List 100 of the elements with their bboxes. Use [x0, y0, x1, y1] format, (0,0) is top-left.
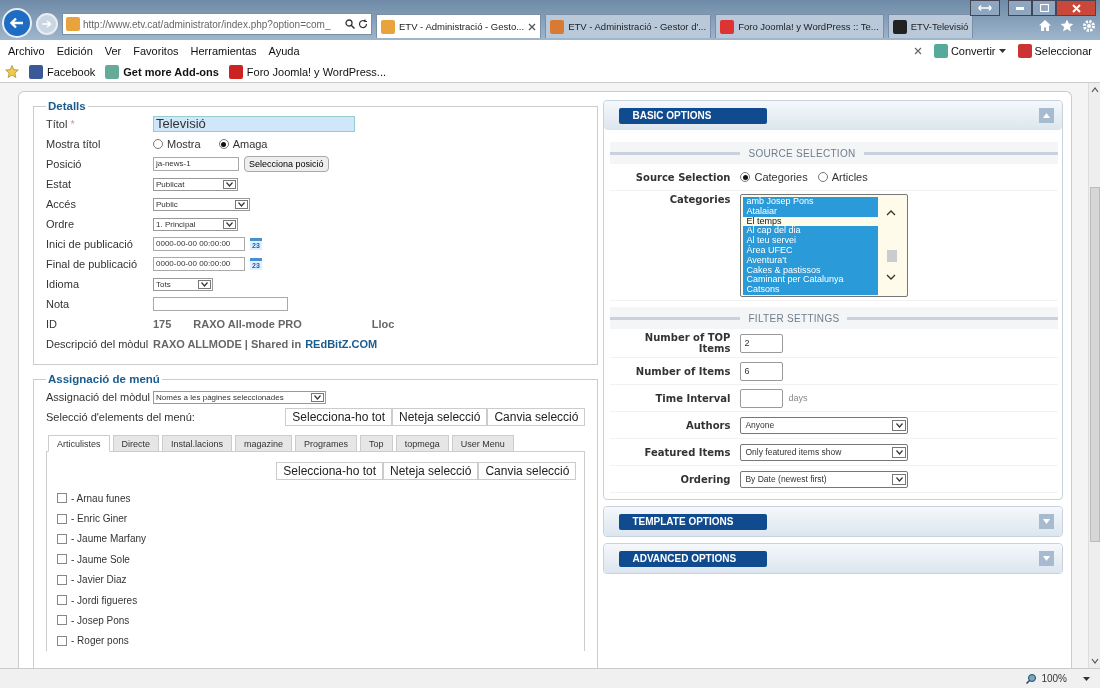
browser-tab[interactable]: Foro Joomla! y WordPress :: Te... [715, 14, 884, 38]
page-scrollbar[interactable] [1088, 83, 1100, 668]
close-button[interactable] [1056, 0, 1096, 16]
menu-item-checkbox[interactable]: - Javier Diaz [57, 569, 577, 590]
number-field[interactable]: 6 [740, 361, 784, 381]
date-field[interactable]: 0000-00-00 00:00:00 [153, 257, 245, 271]
panel-title[interactable]: ADVANCED OPTIONS [619, 550, 768, 567]
dropdown-arrow-icon[interactable] [1083, 676, 1090, 681]
select-field[interactable]: Anyone [740, 416, 909, 434]
minimize-icon [1016, 6, 1024, 10]
section-title: Detalls [47, 100, 87, 112]
menu-tab[interactable]: Top [360, 435, 393, 452]
menu-item-checkbox[interactable]: - Roger pons [57, 630, 577, 651]
panel-title[interactable]: BASIC OPTIONS [619, 107, 768, 124]
select-field[interactable]: Només a les pàgines seleccionades [153, 390, 326, 404]
select-field[interactable]: Public [153, 197, 250, 211]
radio-option[interactable]: Articles [817, 171, 868, 183]
scroll-down-icon[interactable] [1090, 658, 1099, 664]
field-label: Descripció del mòdul [46, 338, 150, 350]
menu-tab[interactable]: User Menu [451, 435, 514, 452]
menu-tab[interactable]: Articulistes [48, 435, 110, 452]
scroll-thumb[interactable] [1089, 187, 1100, 542]
dropdown-arrow-icon [998, 48, 1006, 53]
zoom-level[interactable]: 100% [1041, 673, 1067, 684]
field-label: Ordre [46, 218, 76, 230]
note-field[interactable] [153, 297, 288, 311]
back-button[interactable] [2, 8, 32, 38]
favorite-link[interactable]: Get more Add-ons [105, 64, 219, 79]
radio-option[interactable]: Amaga [218, 138, 268, 150]
radio-option[interactable]: Categories [740, 171, 808, 183]
up-arrow-icon [1043, 113, 1050, 118]
select-field[interactable]: Tots [153, 277, 213, 291]
radio-option[interactable]: Mostra [153, 138, 201, 150]
browser-tab[interactable]: ETV-Televisió [887, 14, 974, 38]
link[interactable]: REdBitZ.COM [305, 338, 378, 350]
number-field[interactable]: 2 [740, 333, 784, 353]
select-field[interactable]: Only featured items show [740, 443, 909, 461]
selection-button[interactable]: Canvia selecció [487, 408, 586, 426]
panel-title[interactable]: TEMPLATE OPTIONS [619, 513, 768, 530]
menu-tab[interactable]: Programes [295, 435, 358, 452]
toolbar-button[interactable]: Convertir [933, 43, 1006, 58]
menu-item-checkbox[interactable]: - Arnau funes [57, 488, 577, 509]
menu-item[interactable]: Ver [104, 44, 122, 57]
maximize-button[interactable] [1032, 0, 1056, 16]
select-field[interactable]: Publicat [153, 177, 238, 191]
menu-item-checkbox[interactable]: - Jaume Sole [57, 549, 577, 570]
browser-tab[interactable]: ETV - Administració - Gestor d'... [545, 14, 712, 38]
field-label: Source Selection [634, 171, 731, 183]
zoom-icon[interactable] [1026, 673, 1038, 684]
search-icon[interactable] [345, 19, 355, 29]
menu-item[interactable]: Favoritos [133, 44, 179, 57]
close-icon[interactable] [913, 46, 922, 55]
number-field[interactable] [740, 388, 784, 408]
favorites-star-icon[interactable] [5, 65, 19, 78]
select-position-button[interactable]: Selecciona posició [244, 156, 329, 172]
date-field[interactable]: 0000-00-00 00:00:00 [153, 237, 245, 251]
refresh-icon[interactable] [358, 19, 368, 29]
menu-item[interactable]: Herramientas [190, 44, 257, 57]
favorite-link[interactable]: Facebook [29, 64, 96, 79]
menu-tab[interactable]: magazine [235, 435, 293, 452]
caret-icon [895, 449, 903, 455]
favorites-icon[interactable] [1060, 19, 1074, 32]
menu-item[interactable]: Ayuda [268, 44, 300, 57]
browser-tab[interactable]: ETV - Administració - Gesto... [376, 14, 542, 38]
menu-item-checkbox[interactable]: - Josep Pons [57, 610, 577, 631]
menu-tab[interactable]: topmega [395, 435, 449, 452]
close-icon[interactable] [528, 22, 537, 31]
title-field[interactable]: Televisió [153, 116, 355, 132]
favorite-link[interactable]: Foro Joomla! y WordPress... [228, 64, 387, 79]
list-option[interactable]: El temps [743, 216, 879, 227]
category-list[interactable]: amb Josep Pons Atalaiar El temps Al cap del dia Al teu servei Àrea UFEC Aventura't Cakes & pastissos Caminant per Catalunya Catsons [740, 194, 909, 297]
selection-button[interactable]: Neteja selecció [383, 462, 479, 480]
menu-item-checkbox[interactable]: - Jordi figueres [57, 589, 577, 611]
caret-icon [238, 201, 245, 207]
field-label: Number of Items [634, 365, 731, 377]
selection-button[interactable]: Selecciona-ho tot [285, 408, 393, 426]
position-field[interactable]: ja-news-1 [153, 157, 239, 171]
settings-icon[interactable] [1082, 19, 1096, 33]
menu-tab[interactable]: Directe [112, 435, 160, 452]
menu-tab[interactable]: Instal.lacions [162, 435, 233, 452]
selection-button[interactable]: Canvia selecció [478, 462, 577, 480]
field-label: Selecció d'elements del menú: [46, 411, 195, 423]
field-label: Accés [46, 198, 77, 210]
menu-item-checkbox[interactable]: - Enric Giner [57, 508, 577, 529]
selection-button[interactable]: Selecciona-ho tot [276, 462, 384, 480]
select-field[interactable]: By Date (newest first) [740, 470, 909, 488]
toolbar-button[interactable]: Seleccionar [1017, 43, 1092, 58]
menu-item[interactable]: Archivo [8, 44, 45, 57]
selection-button[interactable]: Neteja selecció [392, 408, 488, 426]
select-field[interactable]: 1. Principal [153, 217, 238, 231]
forward-button[interactable] [36, 13, 58, 35]
field-label: Inici de publicació [46, 238, 134, 250]
home-icon[interactable] [1038, 19, 1052, 32]
section-heading: FILTER SETTINGS [747, 312, 841, 324]
menu-item-checkbox[interactable]: - Jaume Marfany [57, 528, 577, 550]
scroll-up-icon[interactable] [1090, 87, 1099, 93]
address-bar[interactable]: http://www.etv.cat/administrator/index.php?option=com_ [62, 13, 372, 35]
restore-button[interactable] [970, 0, 1000, 16]
minimize-button[interactable] [1008, 0, 1032, 16]
menu-item[interactable]: Edición [56, 44, 93, 57]
